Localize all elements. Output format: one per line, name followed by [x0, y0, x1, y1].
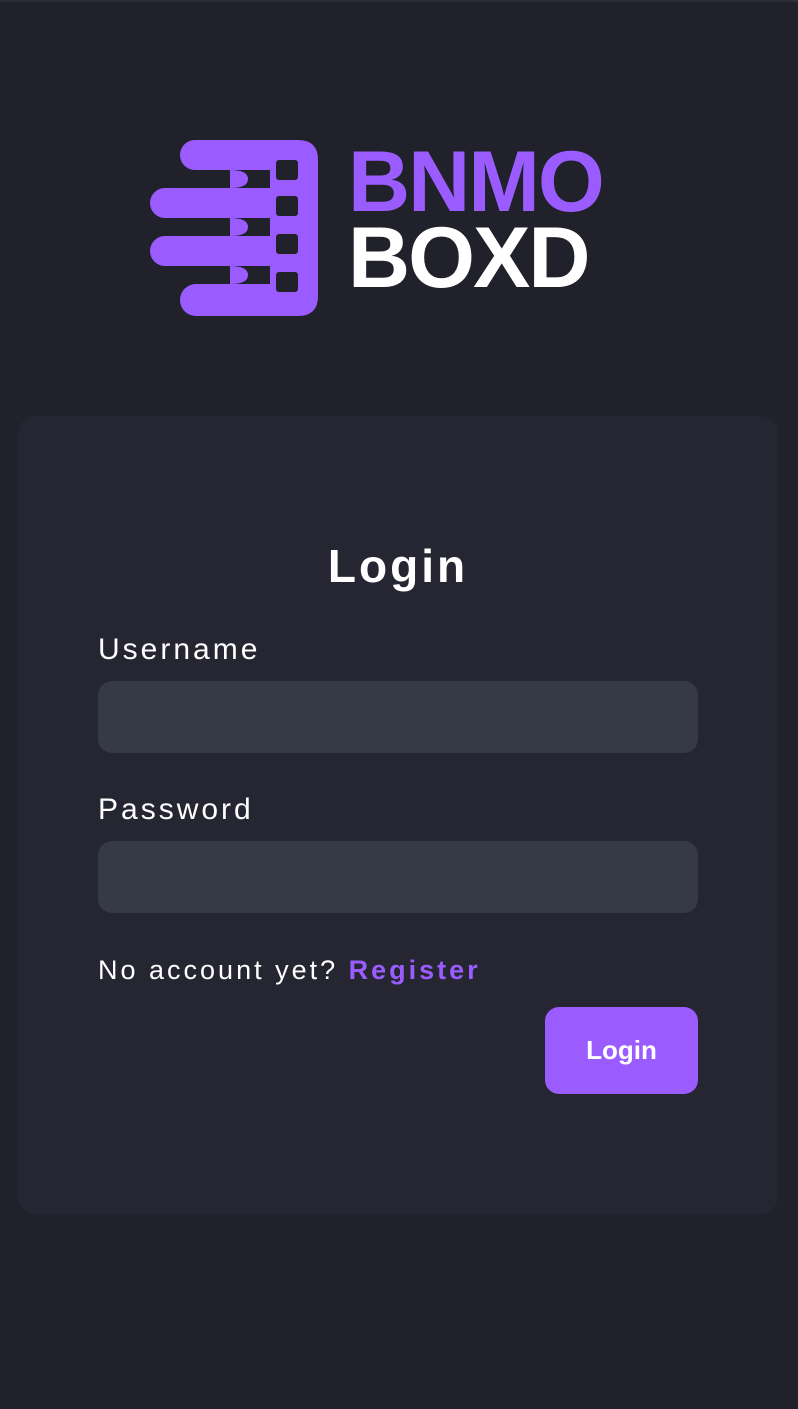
register-prompt-line: No account yet? Register	[98, 952, 481, 988]
register-prompt-text: No account yet?	[98, 955, 339, 985]
window-top-edge	[0, 0, 798, 2]
logo-line-boxd: BOXD	[348, 210, 590, 306]
login-title: Login	[327, 540, 469, 592]
register-link[interactable]: Register	[349, 955, 481, 985]
login-button[interactable]: Login	[545, 1007, 698, 1094]
password-input[interactable]	[98, 841, 698, 913]
logo-wordmark: BNMO BOXD	[348, 134, 605, 306]
film-strip-speed-icon	[150, 140, 318, 316]
username-label: Username	[98, 633, 261, 666]
login-card: Login Username Password No account yet? …	[18, 416, 778, 1214]
logo-line-bnmo: BNMO	[348, 134, 605, 230]
app-logo: BNMO BOXD	[150, 138, 650, 318]
password-label: Password	[98, 793, 254, 826]
login-page: BNMO BOXD Login Username Password No acc…	[0, 0, 798, 1409]
username-input[interactable]	[98, 681, 698, 753]
